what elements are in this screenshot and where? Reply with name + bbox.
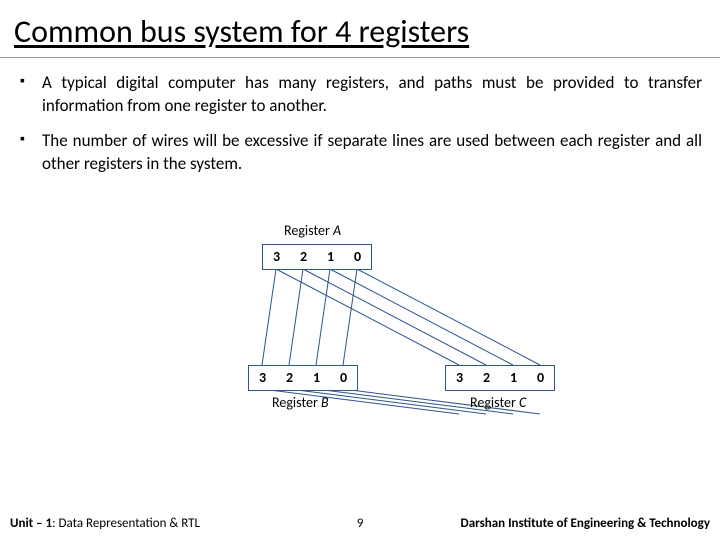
bullet-item: The number of wires will be excessive if… bbox=[18, 130, 702, 176]
page-number: 9 bbox=[357, 516, 364, 531]
slide-footer: Unit – 1: Data Representation & RTL 9 Da… bbox=[0, 512, 720, 540]
reg-cell: 2 bbox=[473, 366, 500, 390]
footer-institute: Darshan Institute of Engineering & Techn… bbox=[461, 516, 711, 531]
reg-cell: 2 bbox=[276, 366, 303, 390]
reg-cell: 0 bbox=[344, 245, 371, 269]
register-a: 3 2 1 0 bbox=[262, 244, 372, 270]
reg-cell: 3 bbox=[446, 366, 473, 390]
register-b: 3 2 1 0 bbox=[248, 365, 358, 391]
reg-cell: 1 bbox=[317, 245, 344, 269]
reg-cell: 3 bbox=[263, 245, 290, 269]
slide-title: Common bus system for 4 registers bbox=[0, 0, 720, 58]
footer-topic: : Data Representation & RTL bbox=[52, 516, 200, 531]
reg-cell: 3 bbox=[249, 366, 276, 390]
register-b-label: Register B bbox=[272, 394, 329, 411]
bullet-item: A typical digital computer has many regi… bbox=[18, 72, 702, 118]
reg-cell: 0 bbox=[330, 366, 357, 390]
footer-unit: Unit – 1 bbox=[10, 516, 52, 531]
reg-cell: 2 bbox=[290, 245, 317, 269]
reg-cell: 1 bbox=[500, 366, 527, 390]
bullet-list: A typical digital computer has many regi… bbox=[0, 66, 720, 176]
reg-cell: 0 bbox=[527, 366, 554, 390]
register-a-label: Register A bbox=[284, 222, 341, 239]
register-c-label: Register C bbox=[470, 394, 526, 411]
register-c: 3 2 1 0 bbox=[445, 365, 555, 391]
register-diagram: Register A 3 2 1 0 3 2 1 0 Register B 3 … bbox=[0, 222, 720, 482]
reg-cell: 1 bbox=[303, 366, 330, 390]
